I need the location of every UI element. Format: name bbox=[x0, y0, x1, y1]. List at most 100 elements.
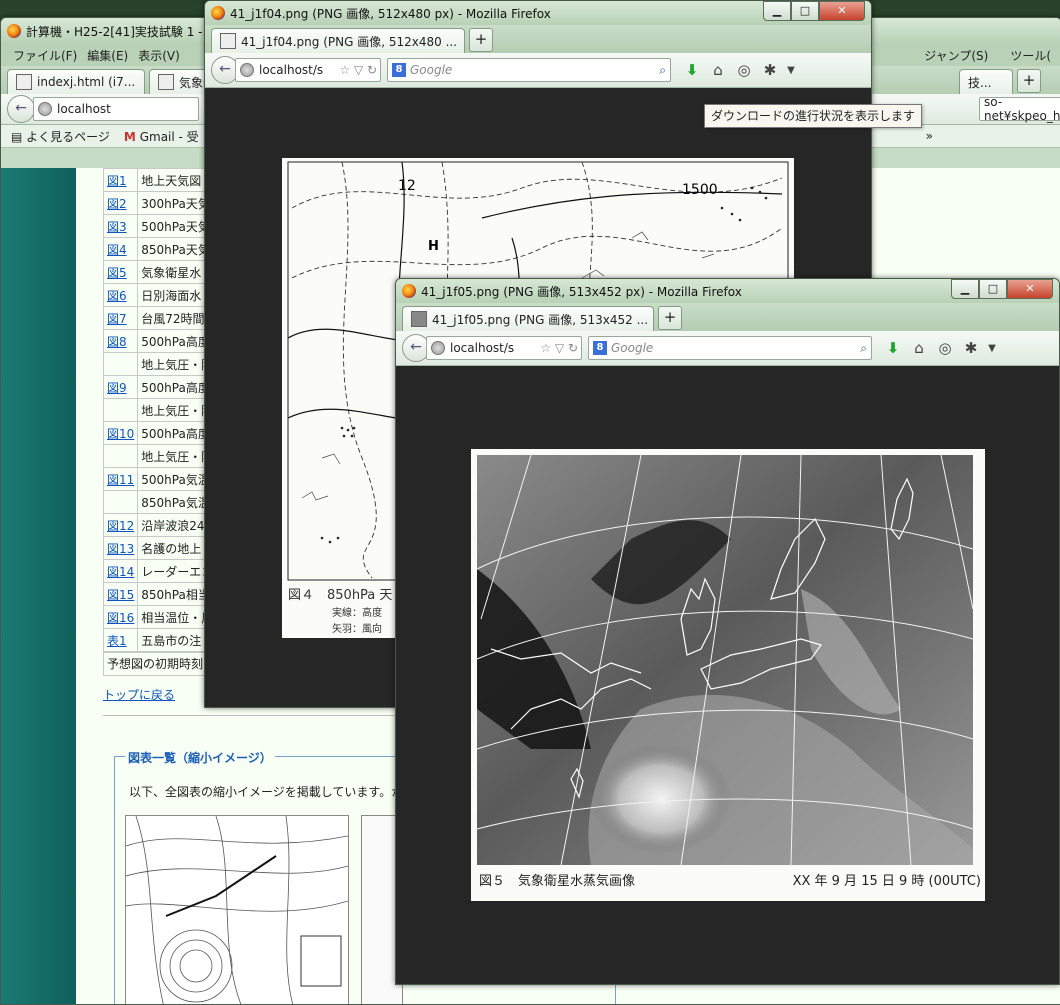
figure-number-link[interactable]: 図2 bbox=[102, 191, 139, 215]
f05-image-viewer: 図５ 気象衛星水蒸気画像 XX 年 9 月 15 日 9 時 (00UTC) bbox=[396, 366, 1059, 984]
bookmark-most-visited[interactable]: ▤ よく見るページ bbox=[11, 128, 110, 145]
figure-number-link bbox=[102, 352, 139, 376]
figure-number-link[interactable]: 図14 bbox=[102, 559, 139, 583]
section-title: 図表一覧（縮小イメージ） bbox=[125, 749, 275, 766]
f05-new-tab-button[interactable]: + bbox=[658, 306, 682, 330]
figure-number-link[interactable]: 図5 bbox=[102, 260, 139, 284]
back-arrow-icon[interactable]: ← bbox=[7, 95, 35, 123]
star-icon[interactable]: ☆ ▽ ↻ bbox=[336, 63, 380, 77]
addon-icon[interactable]: ✱ bbox=[958, 339, 984, 357]
figure-number-link[interactable]: 図1 bbox=[102, 168, 139, 192]
f04-nav-bar: ← localhost/s ☆ ▽ ↻ 8 Google ⌕ ⬇ ⌂ ◎ ✱ ▼ bbox=[205, 53, 871, 88]
minimize-icon[interactable]: ▁ bbox=[763, 1, 791, 21]
f05-caption-left: 図５ 気象衛星水蒸気画像 bbox=[479, 873, 635, 889]
figure-number-link bbox=[102, 444, 139, 468]
home-icon[interactable]: ⌂ bbox=[906, 339, 932, 357]
search-icon[interactable]: ⌕ bbox=[659, 63, 670, 78]
image-window-f05: 41_j1f05.png (PNG 画像, 513x452 px) - Mozi… bbox=[395, 278, 1060, 985]
water-vapor-satellite-image: 図５ 気象衛星水蒸気画像 XX 年 9 月 15 日 9 時 (00UTC) bbox=[476, 454, 981, 889]
menu-tools[interactable]: ツール( bbox=[1010, 47, 1051, 64]
chevron-icon[interactable]: » bbox=[926, 129, 933, 143]
f05-image: 図５ 気象衛星水蒸気画像 XX 年 9 月 15 日 9 時 (00UTC) bbox=[471, 449, 985, 901]
back-tab-index[interactable]: indexj.html (i7... bbox=[7, 69, 145, 94]
section-text: 以下、全図表の縮小イメージを掲載しています。か bbox=[129, 785, 404, 799]
menu-view[interactable]: 表示(V) bbox=[138, 47, 180, 64]
figure-number-link[interactable]: 図15 bbox=[102, 582, 139, 606]
globe-icon bbox=[38, 102, 52, 116]
globe-icon bbox=[240, 63, 254, 77]
addon-icon[interactable]: ✱ bbox=[757, 61, 783, 79]
google-icon: 8 bbox=[392, 63, 406, 77]
firefox-icon bbox=[402, 284, 416, 298]
high-pressure-label: H bbox=[428, 239, 439, 254]
download-tooltip: ダウンロードの進行状況を表示します bbox=[704, 104, 922, 128]
f04-legend-line1: 実線：高度 bbox=[332, 608, 382, 619]
menu-edit[interactable]: 編集(E) bbox=[87, 47, 128, 64]
page-icon bbox=[16, 74, 32, 90]
figure-number-link[interactable]: 図4 bbox=[102, 237, 139, 261]
sync-icon[interactable]: ◎ bbox=[932, 339, 958, 357]
weather-map-thumbnail[interactable] bbox=[125, 815, 349, 1004]
maximize-icon[interactable]: □ bbox=[791, 1, 819, 21]
sync-icon[interactable]: ◎ bbox=[731, 61, 757, 79]
f05-window-title: 41_j1f05.png (PNG 画像, 513x452 px) - Mozi… bbox=[421, 284, 742, 299]
close-icon[interactable]: ✕ bbox=[1007, 279, 1053, 299]
menu-chevron-icon[interactable]: ▼ bbox=[984, 343, 1000, 354]
figure-number-link[interactable]: 図16 bbox=[102, 605, 139, 629]
firefox-icon bbox=[211, 6, 225, 20]
globe-icon bbox=[431, 341, 445, 355]
maximize-icon[interactable]: □ bbox=[979, 279, 1007, 299]
f04-new-tab-button[interactable]: + bbox=[469, 28, 493, 52]
f04-caption: 図４ 850hPa 天 bbox=[288, 588, 393, 603]
download-icon[interactable]: ⬇ bbox=[880, 339, 906, 357]
menu-jump[interactable]: ジャンプ(S) bbox=[924, 47, 988, 64]
home-icon[interactable]: ⌂ bbox=[705, 61, 731, 79]
f04-title-bar: 41_j1f04.png (PNG 画像, 512x480 px) - Mozi… bbox=[205, 1, 871, 25]
minimize-icon[interactable]: ▁ bbox=[951, 279, 979, 299]
f04-window-buttons: ▁ □ ✕ bbox=[763, 1, 865, 21]
back-url-right[interactable]: so-net¥skpeo_h_web bbox=[979, 95, 1060, 123]
figure-number-link bbox=[102, 490, 139, 514]
figure-number-link[interactable]: 図11 bbox=[102, 467, 139, 491]
figure-number-link[interactable]: 図6 bbox=[102, 283, 139, 307]
image-thumb-icon bbox=[220, 33, 236, 49]
figure-number-link[interactable]: 図13 bbox=[102, 536, 139, 560]
f05-tab-row: 41_j1f05.png (PNG 画像, 513x452 ... + bbox=[396, 303, 1059, 331]
figure-number-link[interactable]: 図10 bbox=[102, 421, 139, 445]
f05-title-bar: 41_j1f05.png (PNG 画像, 513x452 px) - Mozi… bbox=[396, 279, 1059, 303]
figure-number-link bbox=[102, 398, 139, 422]
firefox-icon bbox=[7, 24, 21, 38]
menu-chevron-icon[interactable]: ▼ bbox=[783, 65, 799, 76]
f04-search-box[interactable]: 8 Google ⌕ bbox=[387, 58, 671, 82]
f05-search-box[interactable]: 8 Google ⌕ bbox=[588, 336, 872, 360]
close-icon[interactable]: ✕ bbox=[819, 1, 865, 21]
f05-window-buttons: ▁ □ ✕ bbox=[951, 279, 1053, 299]
figure-number-link[interactable]: 図9 bbox=[102, 375, 139, 399]
figure-number-link[interactable]: 図12 bbox=[102, 513, 139, 537]
image-thumb-icon bbox=[411, 311, 427, 327]
figure-number-link[interactable]: 図8 bbox=[102, 329, 139, 353]
back-tab-right[interactable]: 技... bbox=[959, 69, 1013, 94]
f05-url-bar[interactable]: localhost/s ☆ ▽ ↻ bbox=[426, 336, 582, 360]
surface-map-icon bbox=[126, 816, 348, 1004]
google-icon: 8 bbox=[593, 341, 607, 355]
figure-number-link[interactable]: 表1 bbox=[102, 628, 139, 652]
bookmark-gmail[interactable]: M Gmail - 受 bbox=[124, 128, 199, 145]
figure-number-link[interactable]: 図3 bbox=[102, 214, 139, 238]
page-icon bbox=[158, 74, 174, 90]
back-new-tab-button[interactable]: + bbox=[1017, 69, 1041, 93]
search-icon[interactable]: ⌕ bbox=[860, 341, 871, 356]
f04-legend-line2: 矢羽：風向 bbox=[332, 624, 382, 635]
f05-caption-right: XX 年 9 月 15 日 9 時 (00UTC) bbox=[793, 874, 981, 889]
f04-window-title: 41_j1f04.png (PNG 画像, 512x480 px) - Mozi… bbox=[230, 6, 551, 21]
menu-file[interactable]: ファイル(F) bbox=[13, 47, 77, 64]
star-icon[interactable]: ☆ ▽ ↻ bbox=[537, 341, 581, 355]
f04-url-bar[interactable]: localhost/s ☆ ▽ ↻ bbox=[235, 58, 381, 82]
f05-nav-bar: ← localhost/s ☆ ▽ ↻ 8 Google ⌕ ⬇ ⌂ ◎ ✱ ▼ bbox=[396, 331, 1059, 366]
figure-number-link[interactable]: 図7 bbox=[102, 306, 139, 330]
f04-tab-row: 41_j1f04.png (PNG 画像, 512x480 ... + bbox=[205, 25, 871, 53]
f05-tab[interactable]: 41_j1f05.png (PNG 画像, 513x452 ... bbox=[402, 306, 654, 331]
back-url-bar[interactable]: localhost bbox=[33, 97, 199, 121]
f04-tab[interactable]: 41_j1f04.png (PNG 画像, 512x480 ... bbox=[211, 28, 465, 53]
download-icon[interactable]: ⬇ bbox=[679, 61, 705, 79]
